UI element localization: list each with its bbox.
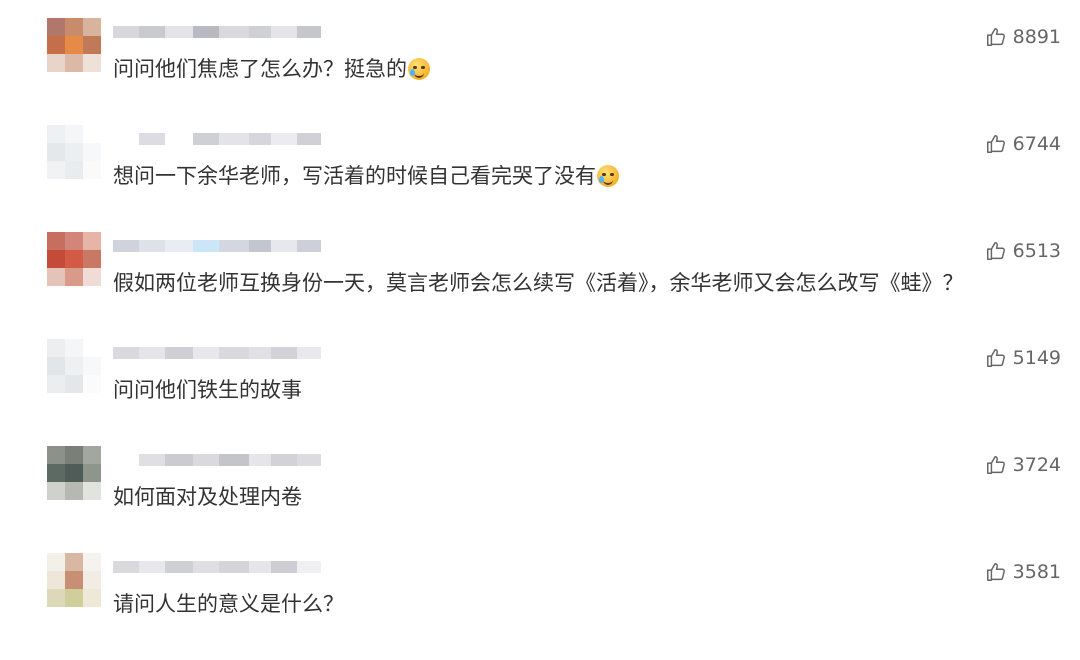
like-button[interactable]: 3581 (985, 561, 1061, 583)
avatar[interactable] (47, 446, 101, 500)
like-button[interactable]: 8891 (985, 26, 1061, 48)
comment-text: 想问一下余华老师，写活着的时候自己看完哭了没有 (113, 161, 619, 191)
thumbs-up-icon (985, 240, 1007, 262)
comment-item: 想问一下余华老师，写活着的时候自己看完哭了没有 6744 (0, 125, 1080, 232)
like-count: 6744 (1012, 133, 1061, 155)
username-blurred[interactable] (113, 128, 321, 150)
comment-text: 问问他们铁生的故事 (113, 375, 302, 405)
comment-item: 如何面对及处理内卷 3724 (0, 446, 1080, 553)
like-count: 3724 (1012, 454, 1061, 476)
avatar[interactable] (47, 232, 101, 286)
username-blurred[interactable] (113, 342, 321, 364)
like-count: 6513 (1012, 240, 1061, 262)
comment-text-content: 假如两位老师互换身份一天，莫言老师会怎么续写《活着》，余华老师又会怎么改写《蛙》… (113, 271, 964, 295)
comment-item: 问问他们焦虑了怎么办？挺急的 8891 (0, 18, 1080, 125)
username-blurred[interactable] (113, 235, 321, 257)
thumbs-up-icon (985, 454, 1007, 476)
like-count: 8891 (1012, 26, 1061, 48)
thumbs-up-icon (985, 133, 1007, 155)
comment-text-content: 问问他们焦虑了怎么办？挺急的 (113, 57, 407, 81)
like-count: 5149 (1012, 347, 1061, 369)
comment-item: 请问人生的意义是什么？ 3581 (0, 553, 1080, 660)
comment-text-content: 如何面对及处理内卷 (113, 485, 302, 509)
avatar[interactable] (47, 18, 101, 72)
thumbs-up-icon (985, 26, 1007, 48)
comment-text: 如何面对及处理内卷 (113, 482, 302, 512)
avatar[interactable] (47, 339, 101, 393)
like-count: 3581 (1012, 561, 1061, 583)
crying-emoji-icon (597, 165, 619, 187)
username-blurred[interactable] (113, 556, 321, 578)
like-button[interactable]: 6513 (985, 240, 1061, 262)
username-blurred[interactable] (113, 449, 321, 471)
comment-text-content: 请问人生的意义是什么？ (113, 592, 344, 616)
avatar[interactable] (47, 125, 101, 179)
comment-text-content: 想问一下余华老师，写活着的时候自己看完哭了没有 (113, 164, 596, 188)
like-button[interactable]: 5149 (985, 347, 1061, 369)
like-button[interactable]: 6744 (985, 133, 1061, 155)
comment-item: 假如两位老师互换身份一天，莫言老师会怎么续写《活着》，余华老师又会怎么改写《蛙》… (0, 232, 1080, 339)
comment-text: 请问人生的意义是什么？ (113, 589, 344, 619)
thumbs-up-icon (985, 347, 1007, 369)
laugh-cry-emoji-icon (408, 58, 430, 80)
comment-text: 假如两位老师互换身份一天，莫言老师会怎么续写《活着》，余华老师又会怎么改写《蛙》… (113, 268, 964, 298)
like-button[interactable]: 3724 (985, 454, 1061, 476)
comment-item: 问问他们铁生的故事 5149 (0, 339, 1080, 446)
comment-text-content: 问问他们铁生的故事 (113, 378, 302, 402)
avatar[interactable] (47, 553, 101, 607)
comment-text: 问问他们焦虑了怎么办？挺急的 (113, 54, 430, 84)
username-blurred[interactable] (113, 21, 321, 43)
thumbs-up-icon (985, 561, 1007, 583)
